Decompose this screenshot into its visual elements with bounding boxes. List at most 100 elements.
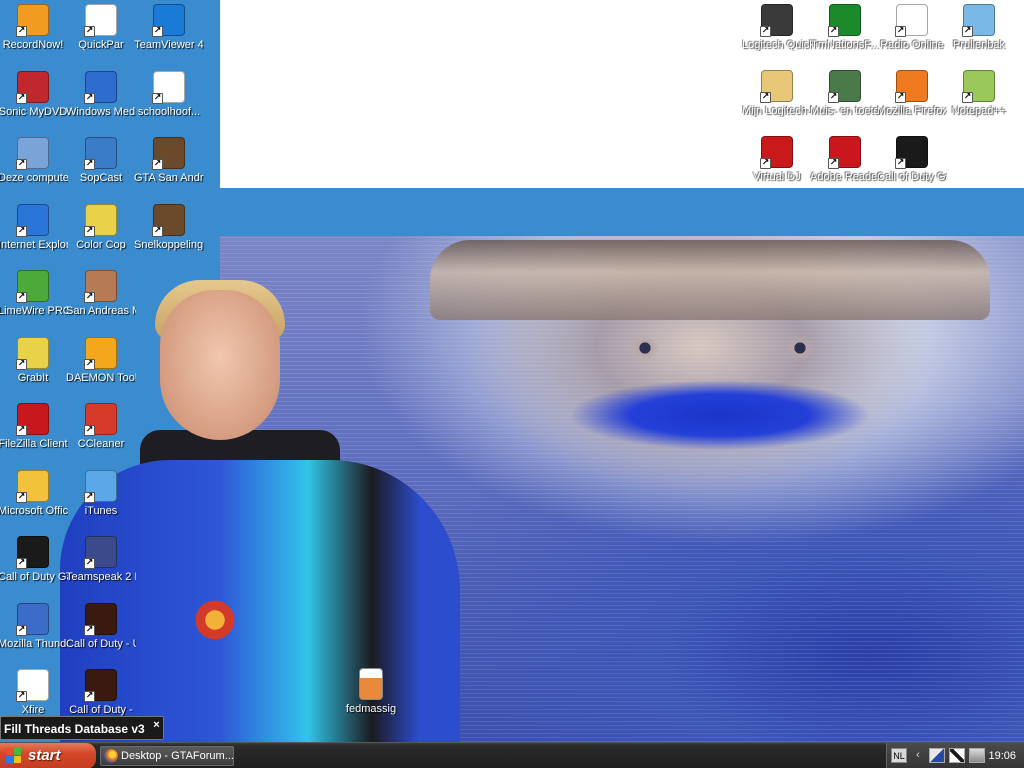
desktop-icon-thunderbird[interactable]: ↗ Mozilla Thunderbird (0, 603, 68, 667)
desktop-icon-label: San Andreas Mod Installer (66, 305, 136, 317)
samp-icon: ↗ (152, 204, 185, 237)
itunes-icon: ↗ (84, 470, 117, 503)
document-icon: ↗ (152, 71, 185, 104)
desktop-icon-label: Call of Duty Game of t... (877, 171, 947, 183)
desktop-icon-label: Sonic MyDVD (0, 106, 68, 118)
desktop-icon-call-of-duty[interactable]: ↗ Call of Duty Game of t... (877, 136, 947, 200)
desktop-icon-label: Internet Explorer (0, 239, 68, 251)
shortcut-arrow-icon: ↗ (16, 558, 27, 569)
gta-san-andreas-icon: ↗ (152, 137, 185, 170)
desktop-icon-photos-folder[interactable]: ↗ Mijn Logitech-foto's (742, 70, 812, 134)
desktop-icon-virtual-dj[interactable]: ↗ Virtual DJ (742, 136, 812, 200)
desktop-icon-label: Mijn Logitech-foto's (742, 105, 812, 117)
shortcut-arrow-icon: ↗ (760, 26, 771, 37)
desktop-icon-fedmassig[interactable]: fedmassig (336, 668, 406, 732)
desktop-icon-teamviewer[interactable]: ↗ TeamViewer 4 (134, 4, 204, 68)
desktop-icon-call-of-duty-uo[interactable]: ↗ Call of Duty - United Off... (66, 603, 136, 667)
tmnations-icon: ↗ (828, 4, 861, 37)
virtual-dj-icon: ↗ (760, 136, 793, 169)
desktop-icon-label: Notepad++ (951, 105, 1007, 117)
recycle-bin-icon: ↗ (962, 4, 995, 37)
desktop-icon-mouse-keyboard[interactable]: ↗ Muis- en toetsenbord... (810, 70, 880, 134)
call-of-duty-icon: ↗ (16, 536, 49, 569)
desktop-icon-label: FileZilla Client (0, 438, 68, 450)
desktop-icon-label: TeamViewer 4 (134, 39, 204, 51)
desktop-icon-mod-installer[interactable]: ↗ San Andreas Mod Installer (66, 270, 136, 334)
desktop-icon-call-of-duty[interactable]: ↗ Call of Duty Game of t... (0, 536, 68, 600)
daemon-tools-icon: ↗ (84, 337, 117, 370)
desktop-icon-webcam[interactable]: ↗ Logitech QuickCam (742, 4, 812, 68)
start-button[interactable]: start (0, 743, 96, 768)
desktop-icon-samp[interactable]: ↗ Snelkoppeling naar samp (134, 204, 204, 268)
shortcut-arrow-icon: ↗ (16, 26, 27, 37)
desktop-icon-outlook[interactable]: ↗ Microsoft Office Outl... (0, 470, 68, 534)
desktop-icon-teamspeak[interactable]: ↗ Teamspeak 2 RC2 (66, 536, 136, 600)
wallpaper-eyes (600, 330, 860, 370)
shortcut-arrow-icon: ↗ (16, 359, 27, 370)
color-cop-icon: ↗ (84, 204, 117, 237)
shortcut-arrow-icon: ↗ (16, 292, 27, 303)
desktop-icon-label: Color Cop (76, 239, 126, 251)
tooltip-close-icon[interactable]: × (153, 717, 159, 733)
webcam-icon: ↗ (760, 4, 793, 37)
desktop-icon-internet-explorer[interactable]: ↗ Internet Explorer (0, 204, 68, 268)
desktop-icon-color-cop[interactable]: ↗ Color Cop (66, 204, 136, 268)
wallpaper-helmet-visor (430, 240, 990, 320)
desktop-icon-grabit[interactable]: ↗ GrabIt (0, 337, 68, 401)
desktop-icon-tmnations[interactable]: ↗ TmNationsF... (810, 4, 880, 68)
call-of-duty-icon: ↗ (895, 136, 928, 169)
shortcut-arrow-icon: ↗ (760, 92, 771, 103)
tray-expand-arrow-icon[interactable]: ‹ (911, 747, 925, 764)
desktop-icon-mydvd[interactable]: ↗ Sonic MyDVD (0, 71, 68, 135)
desktop-icon-label: Muis- en toetsenbord... (810, 105, 880, 117)
desktop-icon-label: fedmassig (345, 703, 397, 715)
desktop-icon-sopcast[interactable]: ↗ SopCast (66, 137, 136, 201)
shortcut-arrow-icon: ↗ (16, 93, 27, 104)
desktop-icon-firefox[interactable]: ↗ Mozilla Firefox (877, 70, 947, 134)
desktop-icon-label: Microsoft Office Outl... (0, 505, 68, 517)
desktop-icon-daemon-tools[interactable]: ↗ DAEMON Tools Pro (66, 337, 136, 401)
desktop-icon-adobe-reader[interactable]: ↗ Adobe Reader 8 (810, 136, 880, 200)
desktop-icon-label: Call of Duty Game of t... (0, 571, 68, 583)
shortcut-arrow-icon: ↗ (16, 492, 27, 503)
desktop-icon-limewire[interactable]: ↗ LimeWire PRO 4.16.6 (0, 270, 68, 334)
ccleaner-icon: ↗ (84, 403, 117, 436)
shortcut-arrow-icon: ↗ (152, 226, 163, 237)
desktop-icon-media-player[interactable]: ↗ Windows Media Player (66, 71, 136, 135)
desktop-icon-ccleaner[interactable]: ↗ CCleaner (66, 403, 136, 467)
system-tray: NL ‹ 19:06 (886, 743, 1024, 768)
windows-logo-icon (6, 748, 22, 764)
desktop-icon-document[interactable]: ↗ schoolhoof... (134, 71, 204, 135)
desktop-icon-label: LimeWire PRO 4.16.6 (0, 305, 68, 317)
taskbar-item-firefox[interactable]: Desktop - GTAForum.... (100, 746, 234, 766)
thunderbird-icon: ↗ (16, 603, 49, 636)
sopcast-icon: ↗ (84, 137, 117, 170)
antivirus-tray-icon[interactable] (949, 748, 965, 763)
shortcut-arrow-icon: ↗ (895, 158, 906, 169)
desktop-icon-filezilla[interactable]: ↗ FileZilla Client (0, 403, 68, 467)
desktop-icon-recycle-bin[interactable]: ↗ Prullenbak (944, 4, 1014, 68)
desktop-icon-recordnow[interactable]: ↗ RecordNow! (0, 4, 68, 68)
call-of-duty-uo-icon: ↗ (84, 603, 117, 636)
volume-tray-icon[interactable] (969, 748, 985, 763)
desktop-icon-my-computer[interactable]: ↗ Deze computer (0, 137, 68, 201)
desktop-icon-radio[interactable]: ↗ Radio Online (877, 4, 947, 68)
desktop-icon-gta-san-andreas[interactable]: ↗ GTA San Andreas (134, 137, 204, 201)
shortcut-arrow-icon: ↗ (84, 292, 95, 303)
shortcut-arrow-icon: ↗ (16, 425, 27, 436)
limewire-icon: ↗ (16, 270, 49, 303)
desktop-icon-itunes[interactable]: ↗ iTunes (66, 470, 136, 534)
language-indicator[interactable]: NL (891, 748, 907, 763)
adobe-reader-icon: ↗ (828, 136, 861, 169)
shortcut-arrow-icon: ↗ (16, 691, 27, 702)
desktop-icon-label: Deze computer (0, 172, 68, 184)
desktop-icon-notepadpp[interactable]: ↗ Notepad++ (944, 70, 1014, 134)
shortcut-arrow-icon: ↗ (84, 625, 95, 636)
shortcut-arrow-icon: ↗ (84, 93, 95, 104)
clock: 19:06 (988, 750, 1016, 762)
desktop-icon-quickpar[interactable]: ↗ QuickPar (66, 4, 136, 68)
network-tray-icon[interactable] (929, 748, 945, 763)
tooltip-text: Fill Threads Database v3 (4, 722, 145, 736)
taskbar: start Desktop - GTAForum.... NL ‹ 19:06 (0, 742, 1024, 768)
taskbar-item-label: Desktop - GTAForum.... (121, 750, 234, 762)
